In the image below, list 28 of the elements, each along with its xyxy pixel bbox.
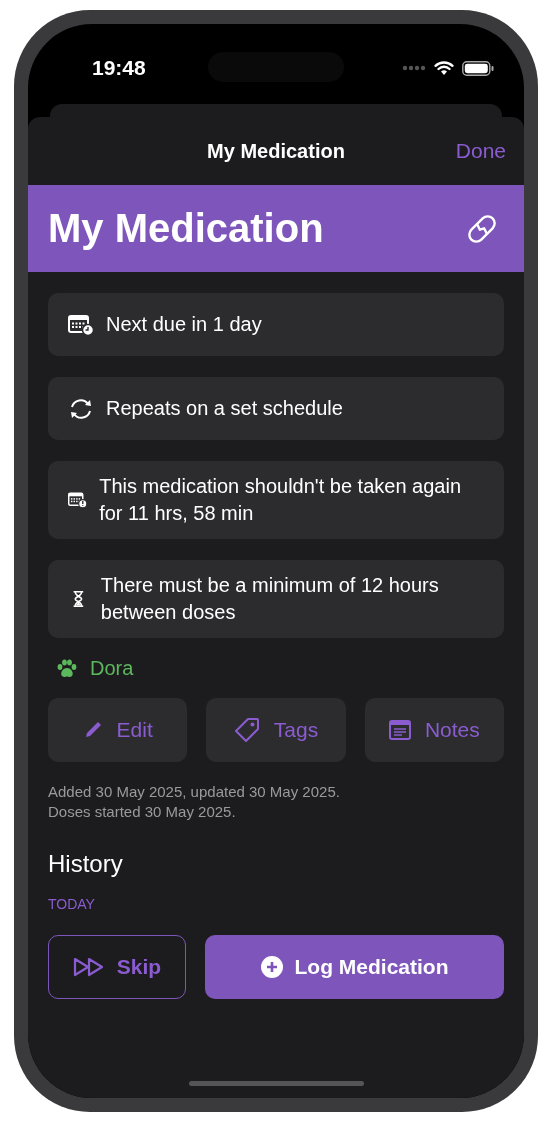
repeat-icon xyxy=(68,396,94,421)
signal-icon xyxy=(402,65,426,71)
date-info: Added 30 May 2025, updated 30 May 2025. xyxy=(48,782,341,802)
pet-name: Dora xyxy=(90,657,134,680)
info-text: There must be a minimum of 12 hours between doses xyxy=(100,573,440,625)
fast-forward-icon xyxy=(72,957,105,977)
medication-title: My Medication xyxy=(48,206,324,251)
add-icon xyxy=(260,956,283,978)
skip-button[interactable]: Skip xyxy=(48,935,186,999)
notes-button[interactable]: Notes xyxy=(364,698,504,762)
edit-button[interactable]: Edit xyxy=(48,698,188,762)
battery-icon xyxy=(462,60,494,76)
paw-icon xyxy=(56,658,78,679)
wifi-icon xyxy=(434,60,454,76)
section-title: History xyxy=(48,850,124,878)
nav-title: My Medication xyxy=(207,139,345,163)
done-button[interactable]: Done xyxy=(455,139,506,163)
tag-icon xyxy=(233,717,260,743)
log-button[interactable]: Log Medication xyxy=(205,935,504,999)
status-time: 19:48 xyxy=(92,55,146,80)
calendar-clock-icon xyxy=(68,313,94,336)
section-header: TODAY xyxy=(48,896,96,912)
info-text: Repeats on a set schedule xyxy=(106,396,343,421)
info-text: Next due in 1 day xyxy=(106,312,262,337)
date-info: Doses started 30 May 2025. xyxy=(48,802,237,822)
notes-icon xyxy=(388,720,411,740)
info-text: This medication shouldn't be taken again for 11 hrs, 58 min xyxy=(99,474,462,526)
tags-button[interactable]: Tags xyxy=(206,698,346,762)
